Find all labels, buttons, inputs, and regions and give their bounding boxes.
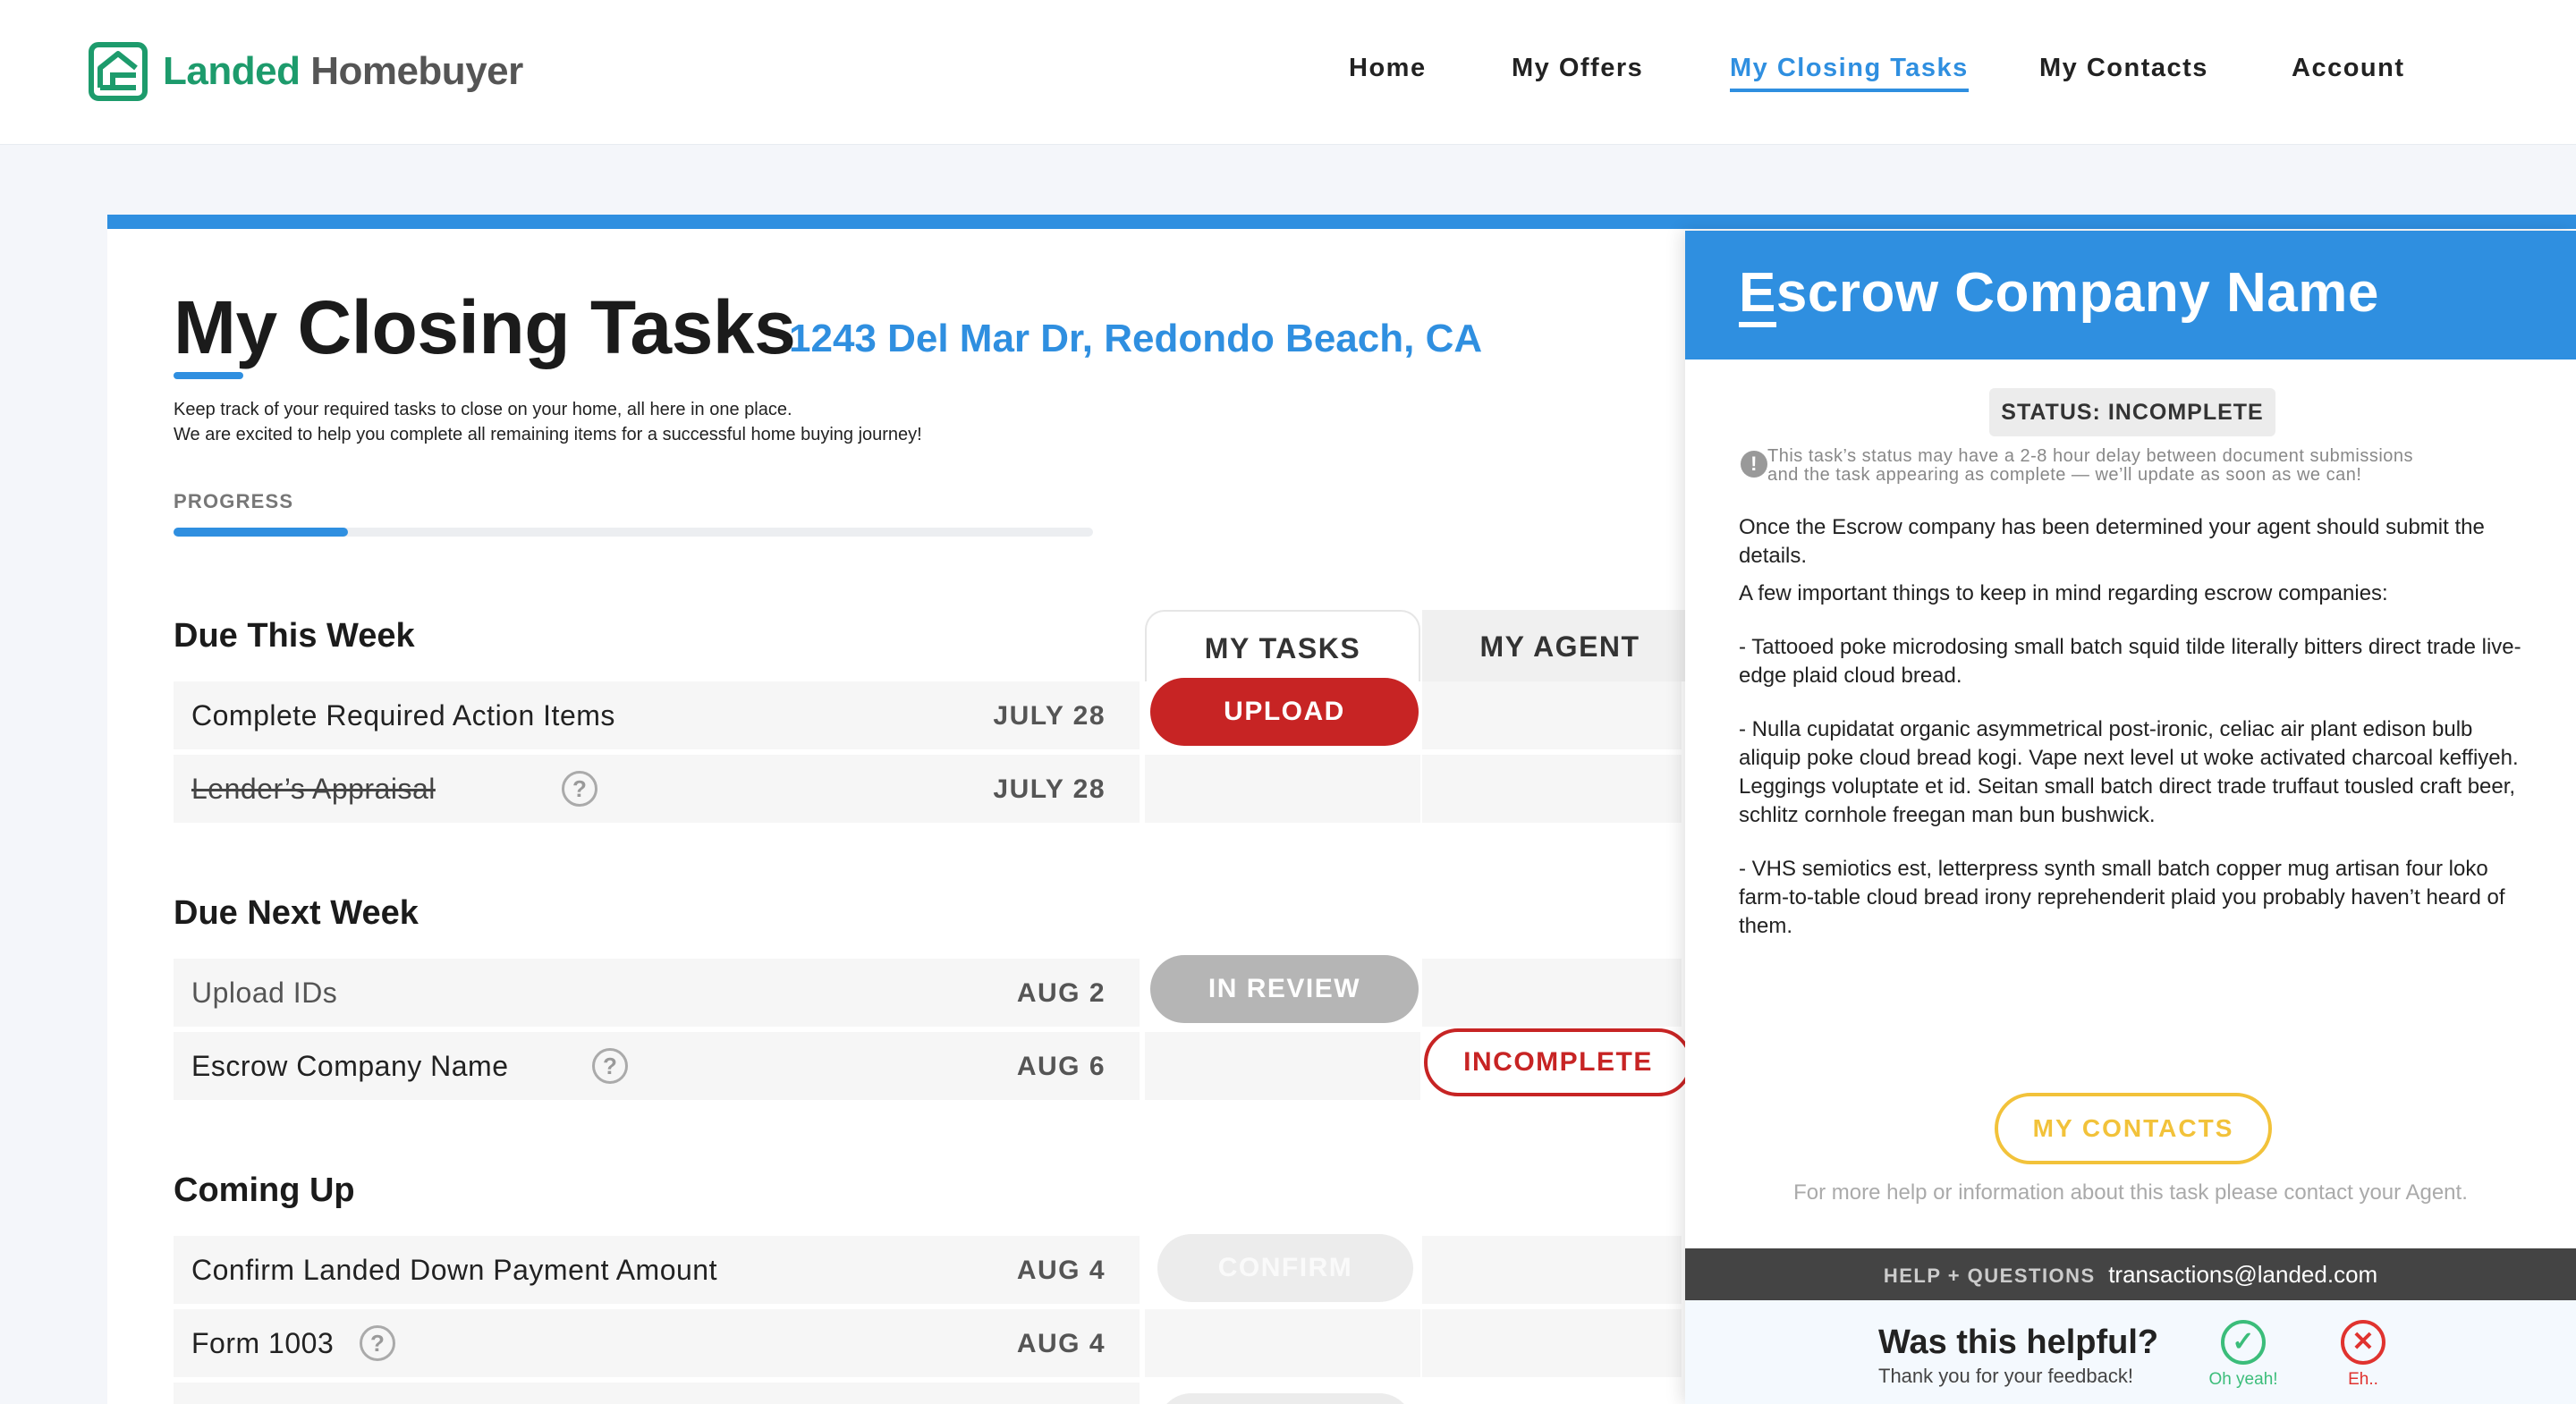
top-navigation-bar: Landed Homebuyer Home My Offers My Closi… bbox=[0, 0, 2576, 145]
brand-name: Landed Homebuyer bbox=[163, 49, 523, 94]
task-name-text: Lender’s Appraisal bbox=[191, 773, 436, 805]
house-logo-icon bbox=[89, 42, 148, 101]
my-tasks-cell bbox=[1145, 1032, 1420, 1100]
nav-home[interactable]: Home bbox=[1349, 54, 1427, 83]
section-heading-coming-up: Coming Up bbox=[174, 1171, 355, 1209]
nav-my-contacts[interactable]: My Contacts bbox=[2039, 54, 2208, 83]
task-row[interactable]: Form 1003 ? AUG 4 bbox=[174, 1309, 1140, 1377]
brand-name-part2: Homebuyer bbox=[310, 49, 523, 93]
task-date: AUG 4 bbox=[1016, 1256, 1106, 1285]
section-heading-due-next-week: Due Next Week bbox=[174, 894, 419, 932]
my-contacts-button[interactable]: MY CONTACTS bbox=[1995, 1093, 2272, 1164]
property-address: 1243 Del Mar Dr, Redondo Beach, CA bbox=[789, 317, 1483, 360]
progress-label: PROGRESS bbox=[174, 490, 294, 512]
feedback-section: Was this helpful? Thank you for your fee… bbox=[1685, 1300, 2576, 1404]
title-underline bbox=[174, 372, 243, 379]
x-circle-icon: ✕ bbox=[2341, 1320, 2385, 1365]
task-row[interactable]: Confirm Landed Down Payment Amount AUG 4 bbox=[174, 1236, 1140, 1304]
subtitle-line-2: We are excited to help you complete all … bbox=[174, 425, 922, 444]
feedback-question: Was this helpful? bbox=[1878, 1324, 2159, 1361]
progress-bar bbox=[174, 528, 1093, 537]
question-circle-icon[interactable]: ? bbox=[360, 1325, 395, 1361]
panel-title-underline bbox=[1739, 322, 1776, 327]
body-bullet: - Tattooed poke microdosing small batch … bbox=[1739, 635, 2521, 688]
help-label: HELP + QUESTIONS bbox=[1883, 1264, 2096, 1287]
feedback-no-button[interactable]: ✕ Eh.. bbox=[2318, 1320, 2408, 1390]
notice-line-2: and the task appearing as complete — we’… bbox=[1767, 465, 2362, 485]
notice-line-1: This task’s status may have a 2-8 hour d… bbox=[1767, 446, 2414, 466]
task-date: AUG 4 bbox=[1016, 1329, 1106, 1358]
nav-my-closing-tasks[interactable]: My Closing Tasks bbox=[1730, 54, 1969, 92]
help-email-link[interactable]: transactions@landed.com bbox=[2108, 1261, 2377, 1288]
feedback-yes-button[interactable]: ✓ Oh yeah! bbox=[2199, 1320, 2288, 1390]
task-row[interactable]: Complete Required Action Items JULY 28 bbox=[174, 681, 1140, 749]
my-agent-cell bbox=[1422, 681, 1682, 749]
subtitle-line-1: Keep track of your required tasks to clo… bbox=[174, 400, 792, 419]
brand-name-part1: Landed bbox=[163, 49, 301, 93]
task-name-completed: Lender’s Appraisal bbox=[191, 773, 436, 806]
nav-my-offers[interactable]: My Offers bbox=[1512, 54, 1643, 83]
section-heading-due-this-week: Due This Week bbox=[174, 617, 415, 655]
task-name: Confirm Landed Down Payment Amount bbox=[191, 1254, 717, 1286]
my-agent-cell bbox=[1422, 1309, 1682, 1377]
task-name: Complete Required Action Items bbox=[191, 699, 615, 732]
brand-logo[interactable]: Landed Homebuyer bbox=[88, 41, 523, 102]
question-circle-icon[interactable]: ? bbox=[592, 1048, 628, 1084]
in-review-status: IN REVIEW bbox=[1150, 955, 1419, 1023]
task-row[interactable]: Lender’s Appraisal ? JULY 28 bbox=[174, 755, 1140, 823]
nav-account[interactable]: Account bbox=[2292, 54, 2405, 83]
feedback-no-label: Eh.. bbox=[2348, 1370, 2378, 1389]
page-subtitle: Keep track of your required tasks to clo… bbox=[174, 397, 922, 447]
task-date: AUG 2 bbox=[1016, 978, 1106, 1008]
task-row-partial bbox=[174, 1383, 1140, 1404]
panel-header: Escrow Company Name bbox=[1685, 231, 2576, 359]
task-date: JULY 28 bbox=[993, 774, 1106, 804]
task-name: Escrow Company Name bbox=[191, 1050, 509, 1082]
feedback-thanks: Thank you for your feedback! bbox=[1878, 1365, 2133, 1387]
task-row[interactable]: Upload IDs AUG 2 bbox=[174, 959, 1140, 1027]
incomplete-status-button[interactable]: INCOMPLETE bbox=[1424, 1028, 1692, 1096]
status-badge: STATUS: INCOMPLETE bbox=[1989, 388, 2275, 436]
info-exclamation-icon: ! bbox=[1741, 451, 1767, 478]
body-paragraph: A few important things to keep in mind r… bbox=[1739, 581, 2388, 605]
panel-title: Escrow Company Name bbox=[1739, 262, 2379, 324]
my-tasks-cell bbox=[1145, 755, 1420, 823]
task-date: JULY 28 bbox=[993, 701, 1106, 731]
panel-body: Once the Escrow company has been determi… bbox=[1739, 513, 2526, 950]
my-agent-cell bbox=[1422, 755, 1682, 823]
my-tasks-cell bbox=[1145, 1309, 1420, 1377]
task-name: Form 1003 bbox=[191, 1327, 335, 1359]
task-date: AUG 6 bbox=[1016, 1052, 1106, 1081]
tab-my-agent[interactable]: MY AGENT bbox=[1422, 610, 1698, 681]
page-title: My Closing Tasks bbox=[174, 285, 796, 369]
help-questions-bar: HELP + QUESTIONS transactions@landed.com bbox=[1685, 1248, 2576, 1300]
question-circle-icon[interactable]: ? bbox=[562, 771, 597, 807]
body-bullet: - Nulla cupidatat organic asymmetrical p… bbox=[1739, 717, 2519, 827]
help-text: For more help or information about this … bbox=[1793, 1180, 2468, 1205]
tab-my-tasks[interactable]: MY TASKS bbox=[1145, 610, 1420, 681]
my-agent-cell bbox=[1422, 1236, 1682, 1304]
body-bullet: - VHS semiotics est, letterpress synth s… bbox=[1739, 857, 2505, 938]
status-delay-notice: ! This task’s status may have a 2-8 hour… bbox=[1741, 446, 2537, 485]
confirm-button-disabled: CONFIRM bbox=[1157, 1234, 1413, 1302]
my-agent-cell bbox=[1422, 959, 1682, 1027]
task-row[interactable]: Escrow Company Name ? AUG 6 bbox=[174, 1032, 1140, 1100]
feedback-yes-label: Oh yeah! bbox=[2208, 1370, 2278, 1389]
upload-button[interactable]: UPLOAD bbox=[1150, 678, 1419, 746]
progress-bar-fill bbox=[174, 528, 349, 537]
body-paragraph: Once the Escrow company has been determi… bbox=[1739, 515, 2485, 568]
task-detail-panel: Escrow Company Name STATUS: INCOMPLETE !… bbox=[1685, 231, 2576, 1404]
check-circle-icon: ✓ bbox=[2221, 1320, 2266, 1365]
task-name: Upload IDs bbox=[191, 977, 338, 1009]
action-button-partial bbox=[1157, 1393, 1413, 1404]
